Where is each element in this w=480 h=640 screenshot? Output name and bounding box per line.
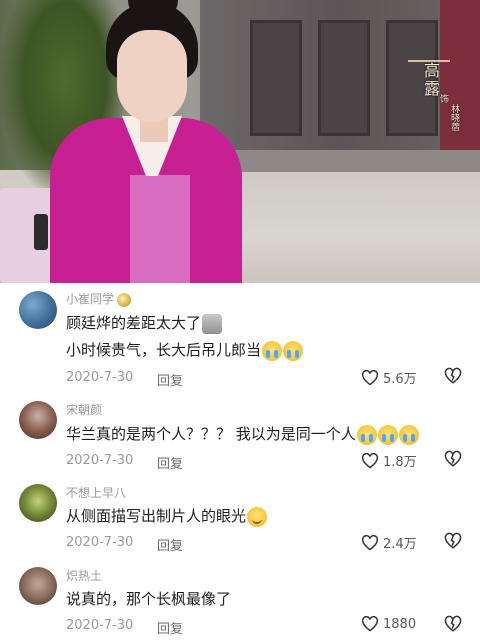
video-frame[interactable]: 高露 饰 林晓蓿 xyxy=(0,0,480,283)
reply-button[interactable]: 回复 xyxy=(157,535,183,554)
comment-text-line: 顾廷烨的差距太大了 xyxy=(66,312,223,334)
comment-date: 2020-7-30 xyxy=(66,453,134,468)
lattice-window xyxy=(318,20,370,136)
crying-emoji-icon xyxy=(377,424,398,445)
comment-username[interactable]: 炽热土 xyxy=(66,567,102,584)
badge-icon xyxy=(117,292,132,307)
broken-heart-icon[interactable] xyxy=(444,367,462,385)
reply-button[interactable]: 回复 xyxy=(157,370,183,389)
broken-heart-icon[interactable] xyxy=(444,450,462,468)
comment-text-line: 说真的，那个长枫最像了 xyxy=(66,590,232,608)
comment-text-line: 华兰真的是两个人？？？ 我以为是同一个人 xyxy=(66,423,419,445)
avatar[interactable] xyxy=(19,484,57,522)
crying-emoji-icon xyxy=(262,340,283,361)
avatar[interactable] xyxy=(19,567,57,605)
reply-button[interactable]: 回复 xyxy=(157,618,183,637)
comment-username[interactable]: 不想上早八 xyxy=(66,484,126,501)
comment-text-line: 从侧面描写出制片人的眼光 xyxy=(66,505,268,527)
caption-actor-name: 林晓蓿 xyxy=(449,104,459,131)
wolf-emoji-icon xyxy=(202,313,223,334)
like-button[interactable]: 1880 xyxy=(361,616,416,632)
like-button[interactable]: 2.4万 xyxy=(361,533,417,552)
comment-username[interactable]: 宋朝颜 xyxy=(66,401,102,418)
heart-outline-icon xyxy=(361,534,379,550)
face xyxy=(117,30,187,122)
heart-outline-icon xyxy=(361,369,379,385)
comment-date: 2020-7-30 xyxy=(66,535,134,550)
like-count: 1.8万 xyxy=(383,455,417,470)
comment-date: 2020-7-30 xyxy=(66,618,134,633)
like-button[interactable]: 5.6万 xyxy=(361,368,417,387)
stone-step xyxy=(210,150,480,172)
reply-button[interactable]: 回复 xyxy=(157,453,183,472)
avatar[interactable] xyxy=(19,291,57,329)
like-button[interactable]: 1.8万 xyxy=(361,451,417,470)
comment-text-line: 小时候贵气，长大后吊儿郎当 xyxy=(66,339,304,361)
crying-emoji-icon xyxy=(283,340,304,361)
crying-emoji-icon xyxy=(356,424,377,445)
broken-heart-icon[interactable] xyxy=(444,615,462,633)
comment-username[interactable]: 小崔同学 xyxy=(66,290,132,307)
crying-emoji-icon xyxy=(398,424,419,445)
robe-front xyxy=(130,175,190,283)
chair-arm xyxy=(34,214,48,250)
like-count: 2.4万 xyxy=(383,537,417,552)
avatar[interactable] xyxy=(19,401,57,439)
caption-character-name: 高露 xyxy=(421,62,440,98)
smiling-emoji-icon xyxy=(247,506,268,527)
heart-outline-icon xyxy=(361,616,379,632)
heart-outline-icon xyxy=(361,452,379,468)
like-count: 5.6万 xyxy=(383,372,417,387)
like-count: 1880 xyxy=(383,616,417,632)
comment-date: 2020-7-30 xyxy=(66,370,134,385)
broken-heart-icon[interactable] xyxy=(444,532,462,550)
lattice-window xyxy=(250,20,302,136)
